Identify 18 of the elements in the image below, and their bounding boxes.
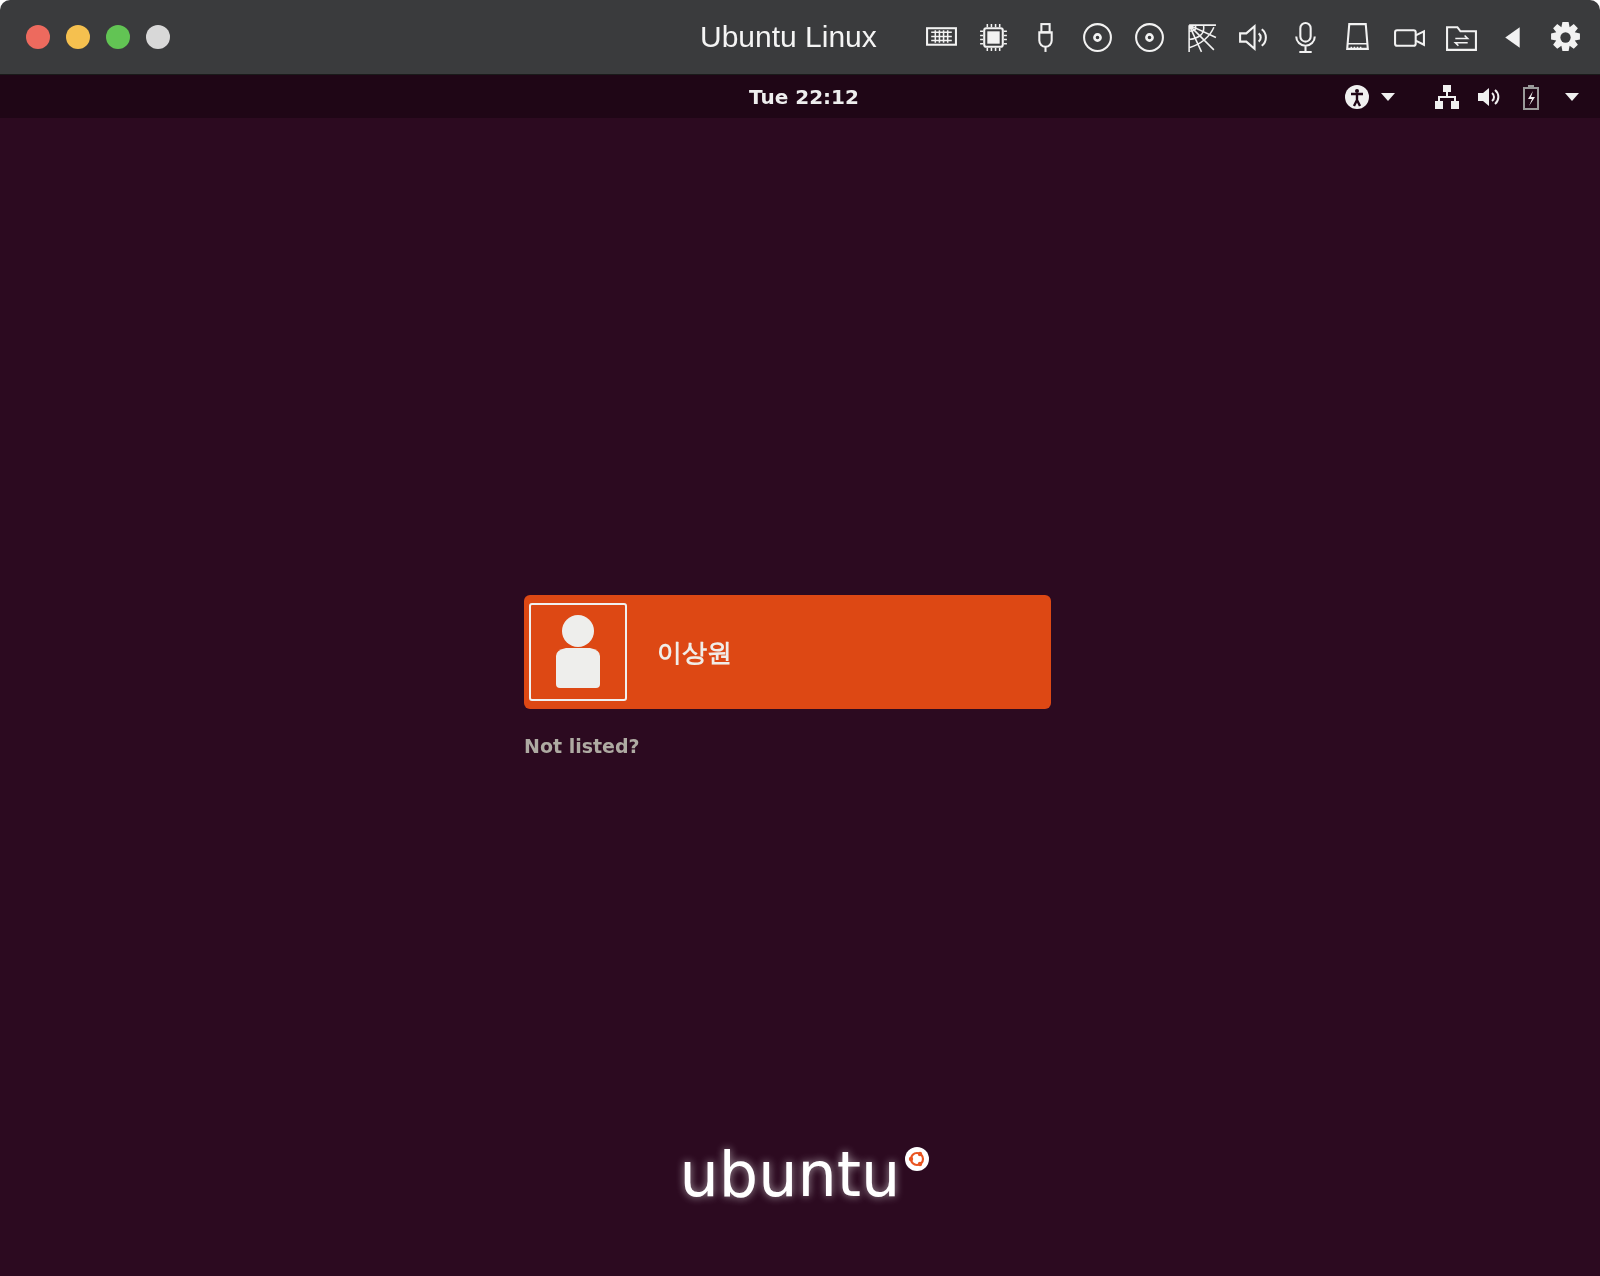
clock[interactable]: Tue 22:12 [749, 84, 859, 109]
window-title: Ubuntu Linux [700, 20, 877, 54]
ubuntu-wordmark: ubuntu [679, 1144, 901, 1206]
disc-icon[interactable] [1133, 20, 1166, 54]
accessibility-icon[interactable] [1344, 83, 1370, 110]
window-control-button[interactable] [66, 25, 90, 49]
caret-icon[interactable] [1380, 91, 1396, 102]
user-entry[interactable]: 이상원 [524, 595, 1051, 709]
not-listed-link[interactable]: Not listed? [524, 735, 640, 757]
user-name: 이상원 [657, 636, 732, 669]
window-control-button[interactable] [106, 25, 130, 49]
circle-of-friends-icon [904, 1146, 931, 1172]
settings-icon[interactable] [1549, 20, 1582, 54]
network-icon[interactable] [1434, 83, 1460, 110]
window-control-button[interactable] [146, 25, 170, 49]
disc-icon[interactable] [1081, 20, 1114, 54]
window-control-button[interactable] [26, 25, 50, 49]
caret-icon[interactable] [1564, 91, 1580, 102]
